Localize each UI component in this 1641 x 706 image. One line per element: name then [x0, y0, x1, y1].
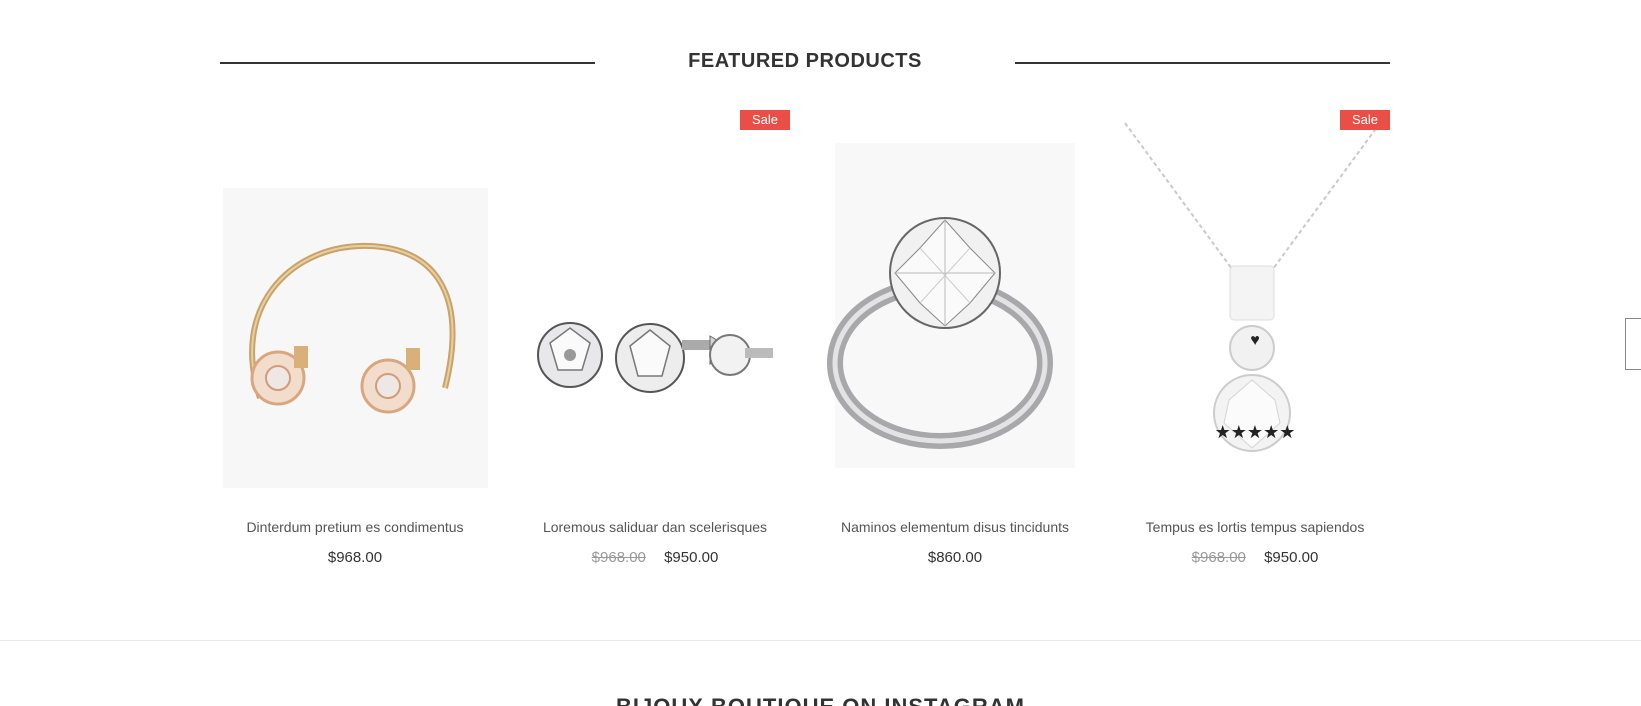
- product-name[interactable]: Dinterdum pretium es condimentus: [220, 519, 490, 535]
- product-image-bracelet[interactable]: [220, 108, 490, 508]
- wishlist-heart-icon[interactable]: ♥: [1120, 332, 1390, 350]
- instagram-section-title: BIJOUX BOUTIQUE ON INSTAGRAM: [0, 694, 1641, 706]
- product-price: $968.00: [220, 549, 490, 566]
- carousel-next-button[interactable]: [1625, 318, 1641, 370]
- product-name[interactable]: Naminos elementum disus tincidunts: [820, 519, 1090, 535]
- product-image-pendant[interactable]: Sale ♥ ★★★★★: [1120, 108, 1390, 508]
- product-card[interactable]: Naminos elementum disus tincidunts $860.…: [820, 108, 1090, 578]
- rating-stars: ★★★★★: [1214, 422, 1296, 442]
- old-price: $968.00: [1191, 549, 1246, 566]
- product-image-ring[interactable]: [820, 108, 1090, 508]
- current-price: $860.00: [927, 549, 983, 566]
- product-image-earrings[interactable]: Sale: [520, 108, 790, 508]
- product-carousel: Dinterdum pretium es condimentus $968.00…: [220, 108, 1390, 578]
- sale-badge: Sale: [1339, 110, 1390, 130]
- product-price: $968.00 $950.00: [520, 549, 790, 566]
- product-card[interactable]: Sale ♥ ★★★★★ Tempus es lortis tempus sap…: [1120, 108, 1390, 578]
- product-card[interactable]: Dinterdum pretium es condimentus $968.00: [220, 108, 490, 578]
- product-price: $860.00: [820, 549, 1090, 566]
- product-name[interactable]: Loremous saliduar dan scelerisques: [520, 519, 790, 535]
- product-price: $968.00 $950.00: [1120, 549, 1390, 566]
- header-rule-right: [1015, 62, 1390, 64]
- product-name[interactable]: Tempus es lortis tempus sapiendos: [1120, 519, 1390, 535]
- old-price: $968.00: [591, 549, 646, 566]
- section-divider: [0, 640, 1641, 641]
- product-card[interactable]: Sale Loremous saliduar dan scelerisques …: [520, 108, 790, 578]
- sale-badge: Sale: [739, 110, 790, 130]
- current-price: $950.00: [1264, 549, 1319, 566]
- current-price: $950.00: [664, 549, 719, 566]
- current-price: $968.00: [327, 549, 383, 566]
- featured-products-header: FEATURED PRODUCTS: [220, 44, 1390, 84]
